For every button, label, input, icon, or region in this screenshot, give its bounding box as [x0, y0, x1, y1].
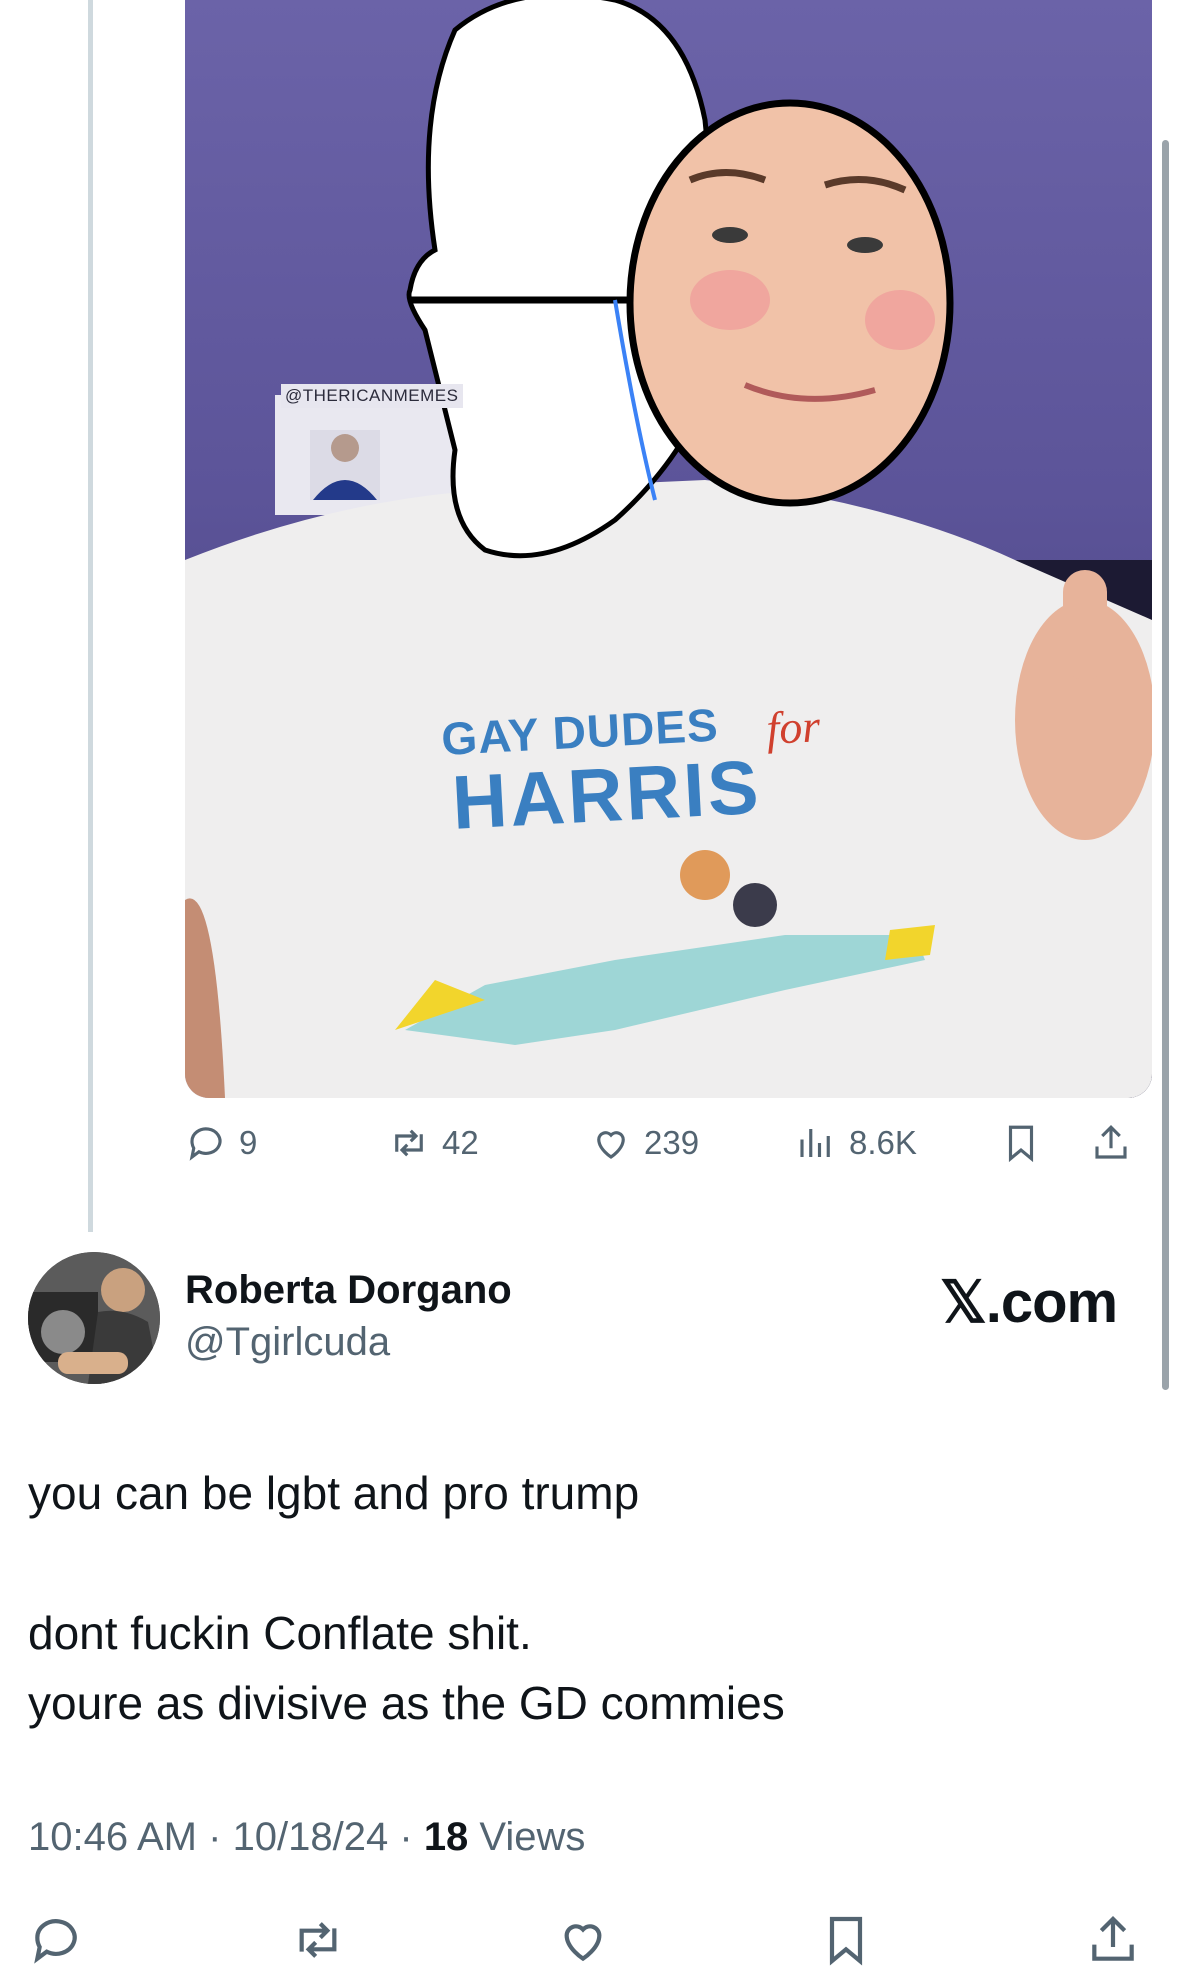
- like-count: 239: [644, 1124, 700, 1161]
- tweet-actions: [0, 1912, 1179, 1972]
- share-action[interactable]: [1090, 1122, 1132, 1164]
- scrollbar[interactable]: [1162, 140, 1169, 1390]
- meta-separator: ·: [388, 1815, 424, 1859]
- views-number: 18: [423, 1815, 469, 1859]
- share-button[interactable]: [1085, 1912, 1141, 1973]
- bookmark-icon: [829, 1916, 863, 1966]
- views-action[interactable]: 8.6K: [795, 1122, 917, 1164]
- heart-icon: [597, 1131, 625, 1159]
- share-icon: [1095, 1125, 1127, 1159]
- tweet-meta: 10:46 AM · 10/18/24 · 18 Views: [28, 1815, 585, 1860]
- watermark-text: @THERICANMEMES: [281, 384, 463, 408]
- bookmark-button[interactable]: [818, 1912, 874, 1973]
- tweet-media-image[interactable]: @THERICANMEMES GAY DUDES for HARRIS: [185, 0, 1152, 1098]
- reply-icon: [34, 1919, 77, 1964]
- x-logo: 𝕏.com: [940, 1270, 1118, 1335]
- tweet-date[interactable]: 10/18/24: [233, 1815, 389, 1859]
- views-label: Views: [468, 1815, 586, 1859]
- repost-action[interactable]: 42: [388, 1122, 479, 1164]
- meta-separator: ·: [197, 1815, 233, 1859]
- media-illustration: [185, 0, 1152, 1098]
- share-icon: [1092, 1916, 1134, 1961]
- author-display-name[interactable]: Roberta Dorgano: [185, 1268, 512, 1313]
- author-handle[interactable]: @Tgirlcuda: [185, 1320, 390, 1365]
- repost-icon: [299, 1922, 337, 1958]
- bookmark-icon: [1008, 1125, 1034, 1163]
- quoted-tweet-actions: 9 42 239 8.6K: [0, 1122, 1179, 1174]
- views-count: 8.6K: [849, 1124, 917, 1161]
- thread-connector-line: [88, 0, 93, 1232]
- avatar-image: [28, 1252, 160, 1384]
- tweet-line: youre as divisive as the GD commies: [28, 1677, 785, 1729]
- shirt-text-line2: HARRIS: [450, 744, 764, 846]
- tweet-line: dont fuckin Conflate shit.: [28, 1607, 532, 1659]
- reply-action[interactable]: 9: [185, 1122, 257, 1164]
- repost-count: 42: [442, 1124, 479, 1161]
- like-action[interactable]: 239: [590, 1122, 699, 1164]
- tweet-line: you can be lgbt and pro trump: [28, 1467, 640, 1519]
- reply-count: 9: [239, 1124, 258, 1161]
- repost-icon: [395, 1129, 423, 1157]
- heart-icon: [564, 1924, 602, 1962]
- reply-icon: [189, 1127, 222, 1161]
- avatar[interactable]: [28, 1252, 160, 1384]
- shirt-text-for: for: [765, 700, 822, 754]
- tweet-text: you can be lgbt and pro trump dont fucki…: [28, 1458, 1148, 1738]
- tweet-time[interactable]: 10:46 AM: [28, 1815, 197, 1859]
- like-button[interactable]: [555, 1912, 611, 1973]
- bookmark-action[interactable]: [1000, 1122, 1042, 1164]
- reply-button[interactable]: [28, 1912, 84, 1973]
- repost-button[interactable]: [290, 1912, 346, 1973]
- analytics-icon: [800, 1129, 830, 1157]
